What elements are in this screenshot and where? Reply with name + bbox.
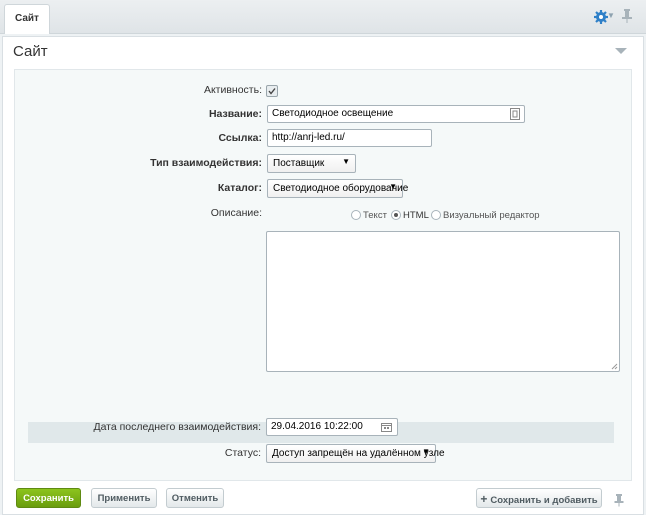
name-label: Название: — [208, 108, 262, 120]
apply-button-label: Применить — [97, 493, 151, 504]
interaction-type-select[interactable]: Поставщик ▼ — [267, 154, 356, 173]
last-interaction-input[interactable]: 29.04.2016 10:22:00 — [266, 418, 398, 436]
name-value: Светодиодное освещение — [272, 108, 394, 119]
plus-icon: + — [480, 492, 488, 506]
active-checkbox[interactable] — [266, 85, 278, 97]
tab-bar: Сайт ▼ — [0, 0, 646, 34]
catalog-value: Светодиодное оборудование — [273, 183, 409, 194]
active-label: Активность: — [203, 84, 262, 96]
interaction-type-label: Тип взаимодействия: — [150, 157, 262, 169]
link-value: http://anrj-led.ru/ — [272, 132, 345, 143]
description-textarea[interactable] — [266, 231, 620, 372]
save-button[interactable]: Сохранить — [16, 488, 81, 508]
mode-text-radio[interactable] — [351, 210, 361, 220]
status-select[interactable]: Доступ запрещён на удалённом узле ▼ — [266, 444, 445, 463]
status-value: Доступ запрещён на удалённом узле — [272, 448, 445, 459]
save-and-add-button-label: Сохранить и добавить — [490, 495, 598, 506]
apply-button[interactable]: Применить — [91, 488, 157, 508]
site-panel: Сайт Активность: Название: Светодиодное … — [2, 36, 644, 515]
calendar-icon[interactable] — [381, 422, 392, 432]
cancel-button[interactable]: Отменить — [166, 488, 224, 508]
interaction-type-value: Поставщик — [273, 158, 325, 169]
chevron-down-icon: ▼ — [389, 182, 397, 191]
tab-site-label: Сайт — [15, 13, 39, 24]
mode-visual-label: Визуальный редактор — [443, 210, 540, 221]
last-interaction-label: Дата последнего взаимодействия: — [93, 421, 261, 433]
catalog-label: Каталог: — [217, 182, 262, 194]
status-label: Статус: — [224, 447, 261, 459]
cancel-button-label: Отменить — [171, 493, 219, 504]
description-label: Описание: — [210, 207, 262, 219]
link-label: Ссылка: — [218, 132, 262, 144]
save-button-label: Сохранить — [23, 493, 74, 504]
mode-visual-radio[interactable] — [431, 210, 441, 220]
resize-handle-icon[interactable] — [611, 363, 618, 370]
chevron-down-icon: ▼ — [422, 447, 430, 456]
tab-site[interactable]: Сайт — [4, 4, 50, 34]
link-input[interactable]: http://anrj-led.ru/ — [267, 129, 432, 147]
save-and-add-button[interactable]: + Сохранить и добавить — [476, 488, 602, 508]
mode-text-label: Текст — [363, 210, 387, 221]
chevron-down-icon[interactable]: ▼ — [607, 11, 615, 20]
mode-html-radio[interactable] — [391, 210, 401, 220]
pin-icon[interactable] — [621, 8, 633, 24]
last-interaction-value: 29.04.2016 10:22:00 — [271, 421, 363, 432]
name-input[interactable]: Светодиодное освещение — [267, 105, 525, 123]
chevron-down-icon: ▼ — [342, 157, 350, 166]
collapse-icon[interactable] — [615, 48, 627, 54]
catalog-select[interactable]: Светодиодное оборудование ▼ — [267, 179, 408, 198]
check-icon — [268, 88, 276, 95]
pin-icon[interactable] — [614, 493, 624, 507]
translate-icon[interactable] — [510, 108, 520, 120]
panel-title: Сайт — [13, 43, 48, 60]
mode-html-label: HTML — [403, 210, 429, 221]
